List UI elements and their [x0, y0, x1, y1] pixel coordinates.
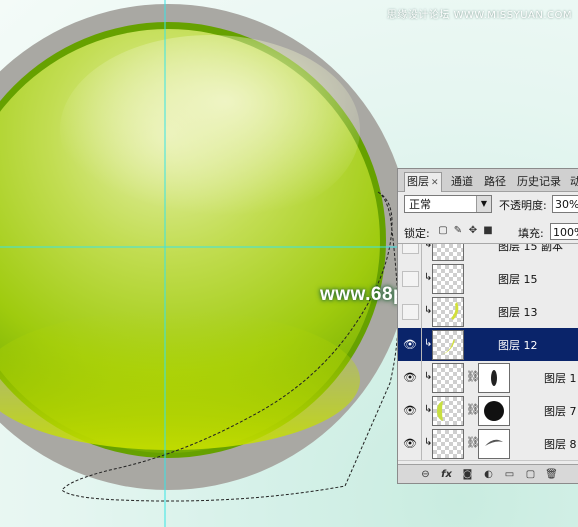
tab-actions[interactable]: 动	[568, 173, 578, 190]
layer-thumbnail-art	[441, 339, 455, 355]
layer-name: 图层 15	[498, 273, 538, 286]
layer-mask-thumbnail[interactable]	[478, 429, 510, 459]
fill-label: 填充:	[518, 227, 544, 240]
tab-channels[interactable]: 通道	[449, 173, 475, 190]
layer-row[interactable]: 👁 ↳ ⛓ 图层 8	[398, 427, 578, 461]
layer-mask-thumbnail[interactable]	[478, 363, 510, 393]
fill-input[interactable]: 100%	[550, 223, 578, 240]
tab-paths[interactable]: 路径	[482, 173, 508, 190]
layer-thumbnail	[432, 429, 464, 459]
mask-art	[484, 401, 504, 421]
panel-tabs: 图层 ✕ 通道 路径 历史记录 动	[398, 169, 578, 192]
blend-row: 正常 ▼ 不透明度: 30%	[402, 195, 578, 215]
mask-icon[interactable]: ◙	[461, 469, 474, 480]
layer-name: 图层 12	[498, 339, 538, 352]
opacity-label: 不透明度:	[499, 199, 547, 212]
layer-thumbnail	[432, 244, 464, 261]
lock-icons: ▢ ✎ ✥ ■	[438, 225, 493, 236]
close-icon[interactable]: ✕	[431, 178, 439, 188]
layer-row[interactable]: 👁 ↳ ⛓ 图层 1	[398, 361, 578, 395]
tab-layers-label: 图层	[407, 175, 429, 188]
watermark-top: 思缘设计论坛 WWW.MISSYUAN.COM	[386, 10, 572, 21]
layer-name: 图层 13	[498, 306, 538, 319]
eye-icon[interactable]: 👁	[401, 337, 419, 353]
lock-position-icon[interactable]: ✥	[468, 225, 478, 236]
mask-art	[485, 439, 503, 446]
lock-all-icon[interactable]: ■	[483, 225, 493, 236]
chevron-down-icon[interactable]: ▼	[476, 196, 491, 212]
layer-thumbnail	[432, 297, 464, 327]
folder-icon[interactable]: ▭	[503, 469, 516, 480]
lock-pixels-icon[interactable]: ✎	[453, 225, 463, 236]
layer-name: 图层 15 副本	[498, 243, 563, 253]
opacity-input[interactable]: 30%	[552, 195, 578, 213]
adjustment-icon[interactable]: ◐	[482, 469, 495, 480]
layer-name: 图层 7	[544, 405, 577, 418]
layer-thumbnail-art	[437, 401, 443, 421]
lock-label: 锁定:	[404, 227, 430, 240]
layer-row[interactable]: ↳ 图层 13	[398, 295, 578, 329]
eye-icon[interactable]: 👁	[401, 436, 419, 452]
mask-art	[491, 370, 497, 386]
blend-mode-select[interactable]: 正常 ▼	[404, 195, 492, 213]
eye-icon[interactable]: 👁	[401, 370, 419, 386]
tab-layers[interactable]: 图层 ✕	[404, 172, 442, 192]
layer-name: 图层 8	[544, 438, 577, 451]
layers-list: ↳ 图层 15 副本 ↳ 图层 15 ↳ 图层 13 👁 ↳ 图层 12 👁 ↳…	[398, 243, 578, 466]
layer-mask-thumbnail[interactable]	[478, 396, 510, 426]
layer-thumbnail	[432, 396, 464, 426]
layer-name: 图层 1	[544, 372, 577, 385]
layer-row[interactable]: 👁 ↳ ⛓ 图层 7	[398, 394, 578, 428]
fx-icon[interactable]: fx	[440, 469, 453, 480]
layer-thumbnail	[432, 363, 464, 393]
blend-mode-value: 正常	[409, 198, 431, 211]
tab-history[interactable]: 历史记录	[515, 173, 563, 190]
eye-icon[interactable]: 👁	[401, 403, 419, 419]
panel-bottom-bar: ⊖ fx ◙ ◐ ▭ ▢ 🗑	[398, 464, 578, 483]
trash-icon[interactable]: 🗑	[545, 469, 558, 480]
layer-row-selected[interactable]: 👁 ↳ 图层 12	[398, 328, 578, 362]
visibility-toggle[interactable]	[402, 244, 419, 254]
layers-panel: 图层 ✕ 通道 路径 历史记录 动 正常 ▼ 不透明度: 30% 锁定: ▢ ✎ …	[397, 168, 578, 484]
link-icon[interactable]: ⊖	[419, 469, 432, 480]
layer-thumbnail	[432, 330, 464, 360]
lock-row: 锁定: ▢ ✎ ✥ ■ 填充: 100%	[402, 223, 578, 241]
green-ball-highlight	[60, 35, 360, 225]
layer-row[interactable]: ↳ 图层 15 副本	[398, 243, 578, 263]
layer-thumbnail-art	[451, 302, 459, 320]
visibility-toggle[interactable]	[402, 304, 419, 320]
layer-row[interactable]: ↳ 图层 15	[398, 262, 578, 296]
layer-thumbnail	[432, 264, 464, 294]
visibility-toggle[interactable]	[402, 271, 419, 287]
new-layer-icon[interactable]: ▢	[524, 469, 537, 480]
lock-transparent-icon[interactable]: ▢	[438, 225, 448, 236]
